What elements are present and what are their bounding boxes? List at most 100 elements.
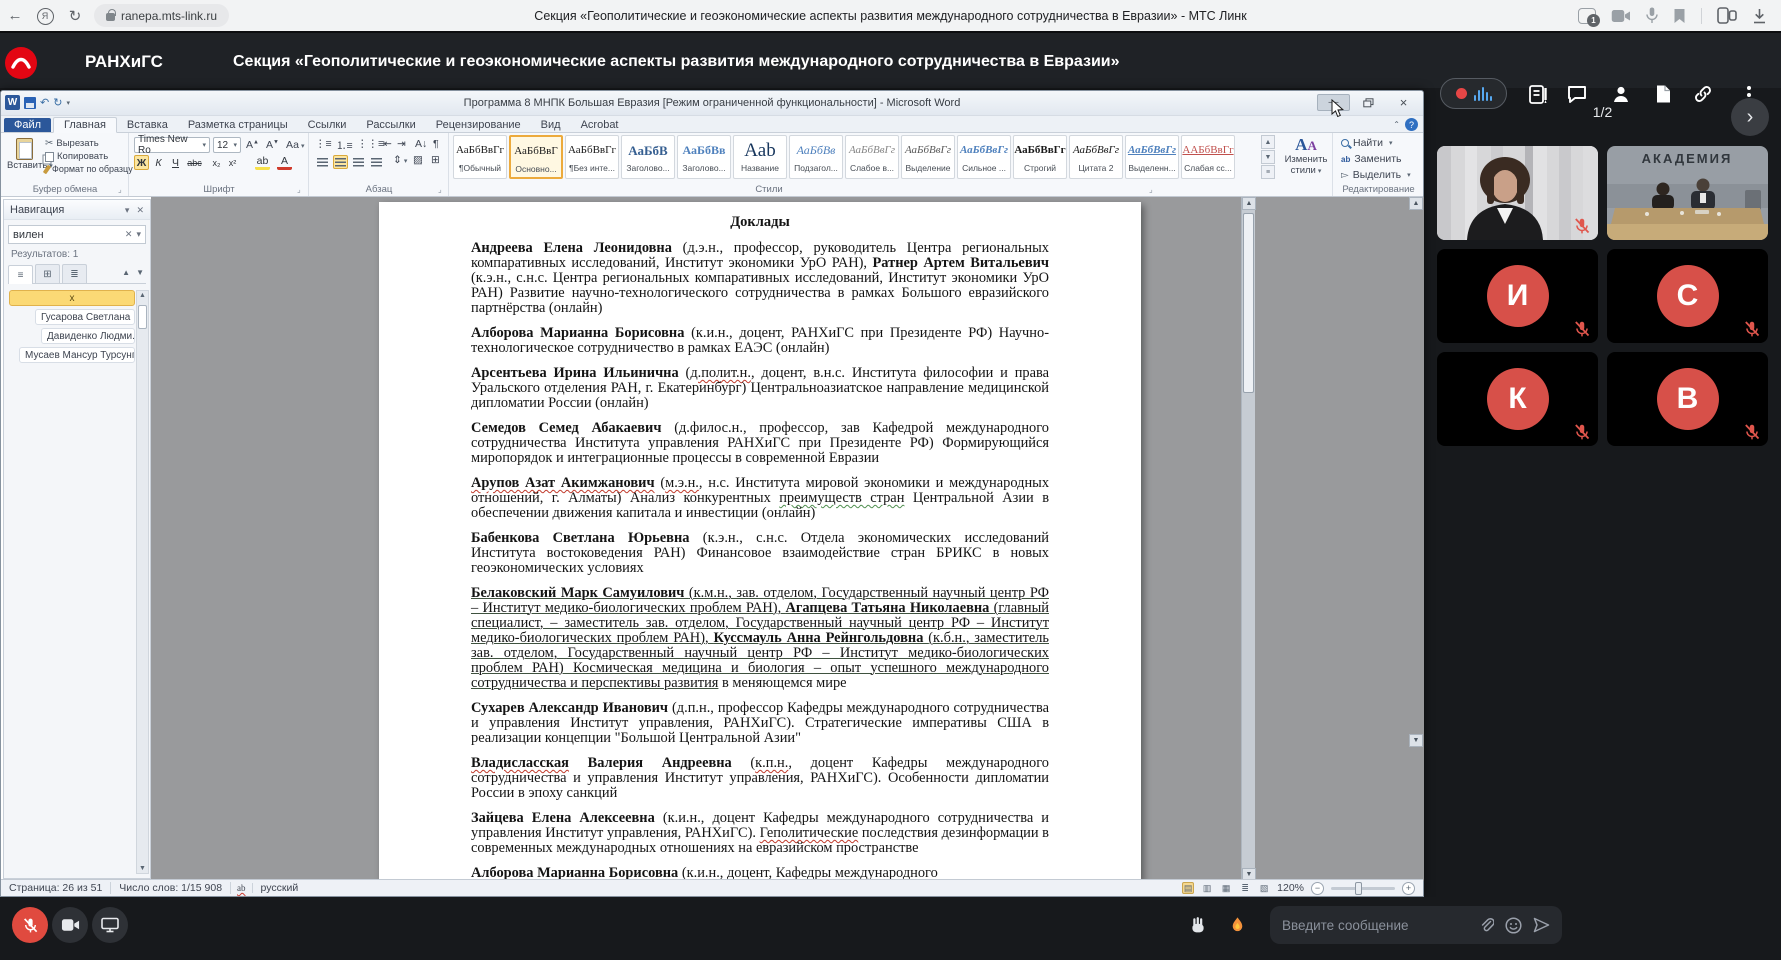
- find-button[interactable]: Найти▾: [1341, 137, 1392, 149]
- raise-hand-button[interactable]: [1180, 907, 1216, 943]
- nav-prev-result-icon[interactable]: ▲: [122, 268, 130, 277]
- shrink-font-icon[interactable]: А▼: [266, 139, 279, 151]
- underline-button[interactable]: Ч: [168, 155, 183, 170]
- participant-tile-И[interactable]: И: [1437, 249, 1598, 343]
- paste-button[interactable]: Вставить▾: [6, 136, 42, 183]
- attach-file-icon[interactable]: [1479, 917, 1494, 933]
- nav-result-item[interactable]: х: [9, 290, 135, 306]
- style-item[interactable]: АаБбВвГгСильное ...: [957, 135, 1011, 179]
- nav-search-input[interactable]: [13, 229, 122, 241]
- document-scrollbar[interactable]: ▲ ▼: [1241, 197, 1255, 881]
- ribbon-tab-Главная[interactable]: Главная: [53, 117, 117, 134]
- restore-button[interactable]: [1352, 94, 1385, 111]
- sort-icon[interactable]: А↓: [415, 138, 427, 150]
- participant-video-speaker[interactable]: [1437, 146, 1598, 240]
- page-count-status[interactable]: Страница: 26 из 51: [7, 882, 111, 894]
- style-item[interactable]: АаБбВвГгСтрогий: [1013, 135, 1067, 179]
- font-size-select[interactable]: 12▾: [213, 137, 241, 153]
- ribbon-tab-Вставка[interactable]: Вставка: [117, 118, 178, 133]
- ribbon-tab-Файл[interactable]: Файл: [4, 118, 51, 133]
- format-painter-button[interactable]: Формат по образцу: [45, 164, 133, 174]
- zoom-level[interactable]: 120%: [1277, 882, 1304, 894]
- align-right-icon[interactable]: [351, 155, 366, 169]
- nav-scroll-up-icon[interactable]: ▲: [137, 292, 148, 299]
- nav-tab-results[interactable]: ≣: [62, 264, 87, 283]
- subscript-button[interactable]: x₂: [209, 155, 224, 170]
- nav-pane-menu-icon[interactable]: ▾: [125, 200, 130, 220]
- style-item[interactable]: АаbНазвание: [733, 135, 787, 179]
- emoji-icon[interactable]: [1505, 917, 1522, 934]
- window-scroll-down-icon[interactable]: ▼: [1409, 734, 1423, 747]
- font-name-select[interactable]: Times New Ro▾: [134, 137, 210, 153]
- nav-scroll-thumb[interactable]: [138, 305, 147, 329]
- bold-button[interactable]: Ж: [134, 155, 149, 170]
- outline-view-icon[interactable]: ≣: [1239, 882, 1251, 894]
- pilcrow-icon[interactable]: ¶: [433, 138, 439, 150]
- font-dialog-launcher[interactable]: ⌟: [297, 185, 301, 194]
- window-scroll-up-icon[interactable]: ▲: [1409, 197, 1423, 210]
- strikethrough-button[interactable]: abc: [187, 155, 202, 170]
- styles-gallery-scroll[interactable]: ▲▼≡: [1261, 135, 1275, 180]
- collapse-ribbon-icon[interactable]: ⌃: [1393, 120, 1400, 129]
- ribbon-tab-Ссылки[interactable]: Ссылки: [298, 118, 357, 133]
- select-button[interactable]: ▻Выделить▾: [1341, 169, 1411, 181]
- camera-button[interactable]: [52, 907, 88, 943]
- ribbon-tab-Acrobat[interactable]: Acrobat: [571, 118, 629, 133]
- style-item[interactable]: АаБбВвГгСлабое в...: [845, 135, 899, 179]
- reactions-button[interactable]: [1219, 907, 1255, 943]
- language-status[interactable]: русский: [253, 882, 307, 894]
- replace-button[interactable]: abЗаменить: [1341, 153, 1402, 165]
- zoom-slider[interactable]: [1331, 887, 1395, 890]
- close-button[interactable]: ×: [1387, 94, 1420, 111]
- fullscreen-view-icon[interactable]: ▥: [1201, 882, 1213, 894]
- downloads-icon[interactable]: [1752, 8, 1767, 24]
- nav-pane-scrollbar[interactable]: ▲ ▼: [136, 290, 149, 874]
- paragraph-dialog-launcher[interactable]: ⌟: [438, 185, 442, 194]
- clipboard-dialog-launcher[interactable]: ⌟: [118, 185, 122, 194]
- participant-video-room[interactable]: АКАДЕМИЯ: [1607, 146, 1768, 240]
- zoom-slider-thumb[interactable]: [1355, 882, 1362, 895]
- draft-view-icon[interactable]: ▧: [1258, 882, 1270, 894]
- help-icon[interactable]: ?: [1405, 118, 1418, 131]
- web-layout-view-icon[interactable]: ▦: [1220, 882, 1232, 894]
- undo-icon[interactable]: ↶: [40, 96, 49, 109]
- print-layout-view-icon[interactable]: ▤: [1182, 882, 1194, 894]
- word-app-icon[interactable]: W: [5, 95, 20, 110]
- nav-result-item[interactable]: Давиденко Людми...: [41, 328, 135, 344]
- nav-tab-pages[interactable]: ⊞: [35, 264, 60, 283]
- style-item[interactable]: АаБбВвГгВыделенн...: [1125, 135, 1179, 179]
- zoom-in-button[interactable]: +: [1402, 882, 1415, 895]
- shading-icon[interactable]: ▨: [413, 154, 423, 166]
- screen-share-button[interactable]: [92, 907, 128, 943]
- borders-icon[interactable]: ⊞: [431, 154, 440, 166]
- nav-search-options-icon[interactable]: ▾: [136, 229, 141, 240]
- change-case-icon[interactable]: Аа▾: [286, 139, 304, 151]
- style-item[interactable]: ААБбВвГгСлабая сс...: [1181, 135, 1235, 179]
- doc-scroll-up-icon[interactable]: ▲: [1242, 197, 1256, 210]
- grow-font-icon[interactable]: А▲: [246, 139, 259, 151]
- increase-indent-icon[interactable]: ⇥: [397, 138, 406, 150]
- nav-result-item[interactable]: Гусарова Светлана ...: [35, 309, 135, 325]
- style-item[interactable]: АаБбВвГгВыделение: [901, 135, 955, 179]
- redo-icon[interactable]: ↻: [53, 96, 62, 109]
- highlight-color-button[interactable]: ab: [255, 155, 270, 170]
- save-icon[interactable]: [24, 97, 36, 109]
- send-message-icon[interactable]: [1533, 917, 1550, 933]
- superscript-button[interactable]: x²: [225, 155, 240, 170]
- bullets-icon[interactable]: ⋮≡: [315, 138, 332, 150]
- font-color-button[interactable]: А: [277, 155, 292, 170]
- decrease-indent-icon[interactable]: ⇤: [383, 138, 392, 150]
- style-item[interactable]: АаБбВвГОсновно...: [509, 135, 563, 179]
- styles-dialog-launcher[interactable]: ⌟: [1149, 185, 1153, 194]
- style-item[interactable]: АаБбВвЗаголово...: [677, 135, 731, 179]
- nav-search-clear-icon[interactable]: ✕: [125, 229, 133, 240]
- style-item[interactable]: АаБбВЗаголово...: [621, 135, 675, 179]
- numbering-icon[interactable]: ⒈≡: [336, 138, 353, 153]
- style-item[interactable]: АаБбВвГг¶Обычный: [453, 135, 507, 179]
- doc-scroll-thumb[interactable]: [1243, 213, 1254, 393]
- participant-tile-С[interactable]: С: [1607, 249, 1768, 343]
- spellcheck-status-icon[interactable]: ab: [231, 883, 253, 893]
- camera-permission-icon[interactable]: [1611, 9, 1631, 23]
- change-styles-button[interactable]: АА Изменить стили▾: [1281, 135, 1331, 177]
- nav-next-result-icon[interactable]: ▼: [136, 268, 144, 277]
